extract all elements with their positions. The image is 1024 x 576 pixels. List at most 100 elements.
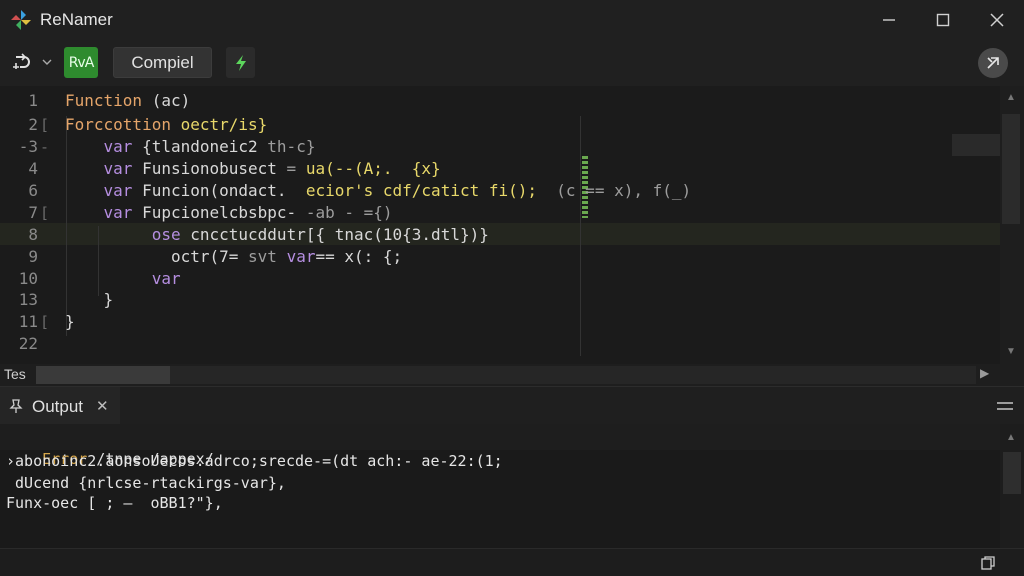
maximize-button[interactable] (918, 0, 968, 40)
line-number: 1 (28, 91, 38, 110)
code-line[interactable]: } (65, 289, 114, 311)
fold-marker[interactable]: [ (40, 114, 60, 136)
scroll-up-arrow-icon[interactable]: ▲ (1006, 432, 1016, 443)
pin-icon (9, 399, 23, 413)
code-token: Funsionobusect (142, 159, 277, 178)
menu-icon[interactable] (996, 399, 1014, 413)
code-token: == x(: {; (315, 247, 403, 266)
code-token: var (103, 159, 143, 178)
fold-marker[interactable] (40, 246, 60, 268)
line-number: 10 (18, 269, 38, 288)
code-token: oectr/is} (180, 115, 268, 134)
line-number: 9 (28, 247, 38, 266)
tab-output[interactable]: Output ✕ (0, 387, 120, 425)
refresh-icon (13, 53, 30, 69)
code-line[interactable]: octr(7= svt var== x(: {; (65, 246, 402, 268)
minimap-viewport[interactable] (952, 134, 1000, 156)
code-token: {tlandoneic2 (142, 137, 258, 156)
code-line[interactable]: var {tlandoneic2 th-c} (65, 136, 316, 158)
code-token: var (286, 247, 316, 266)
horizontal-scroll-thumb[interactable] (36, 366, 170, 384)
refresh-dropdown[interactable] (40, 55, 54, 69)
scroll-right-arrow-icon[interactable]: ▶ (980, 366, 989, 380)
pinwheel-icon (11, 10, 31, 30)
code-token: ecior's cdf/catict fi(); (305, 181, 538, 200)
line-number: 11 (18, 312, 38, 331)
line-number: 22 (18, 334, 38, 353)
maximize-icon (936, 13, 950, 27)
code-editor[interactable]: 1 2[-3-4 6 7[8 9 10 13 11[22 Function (ac) Forcc… (0, 86, 1024, 364)
status-bar (0, 548, 1024, 576)
fold-marker[interactable] (40, 180, 60, 202)
scroll-down-arrow-icon[interactable]: ▼ (1006, 346, 1016, 357)
editor-scroll-thumb[interactable] (1002, 114, 1020, 224)
code-line[interactable]: Function (ac) (65, 90, 190, 112)
output-tab-label: Output (32, 397, 84, 416)
code-line[interactable]: var Fupcionelcbsbpc- -ab - ={) (65, 202, 393, 224)
code-line[interactable]: Forccottion oectr/is} (65, 114, 267, 136)
line-number: 2 (28, 115, 38, 134)
code-token: svt (248, 247, 287, 266)
refresh-button[interactable] (8, 49, 36, 77)
minimize-icon (883, 19, 895, 21)
scroll-up-arrow-icon[interactable]: ▲ (1006, 92, 1016, 103)
code-token: ose (151, 225, 191, 244)
output-scroll-thumb[interactable] (1003, 452, 1021, 494)
fold-marker[interactable] (40, 224, 60, 246)
code-line[interactable]: } (65, 311, 75, 333)
code-token: (ac) (151, 91, 191, 110)
output-content[interactable]: Error /tnpe /appex/ ›abonoinc2.aonsoUeco… (0, 424, 1024, 548)
quick-run-button[interactable] (226, 47, 255, 78)
line-number: 8 (28, 225, 38, 244)
output-line: ›abonoinc2.aonsoUecos:adrco;srecde-=(dt … (6, 452, 503, 470)
code-line[interactable]: var Funcion(ondact. ecior's cdf/catict f… (65, 180, 692, 202)
code-token: th-c} (257, 137, 316, 156)
code-token: Forccottion (65, 115, 181, 134)
code-token: var (103, 181, 143, 200)
horizontal-scroll-track[interactable] (170, 366, 976, 384)
chevron-down-icon (42, 59, 52, 65)
fold-marker[interactable] (40, 268, 60, 290)
code-token: var (103, 203, 143, 222)
code-token: } (65, 312, 75, 331)
fold-marker[interactable]: [ (40, 311, 60, 333)
line-number: -3 (18, 137, 38, 156)
cancel-button[interactable] (978, 48, 1008, 78)
output-line: Funx-oec [ ; — oBB1?"}, (6, 494, 223, 512)
code-token: Funcion(ondact. (142, 181, 306, 200)
code-token: (c == x), f(_) (537, 181, 692, 200)
fold-marker[interactable]: - (40, 136, 60, 158)
close-icon (990, 13, 1004, 27)
app-title: ReNamer (40, 10, 113, 29)
close-icon[interactable]: ✕ (96, 397, 109, 415)
run-button[interactable]: RvA (64, 47, 98, 78)
code-token: -ab - ={) (296, 203, 393, 222)
code-token: cncctucddutr[{ tnac(10{3.dtl})} (190, 225, 489, 244)
fold-marker[interactable] (40, 90, 60, 112)
title-bar: ReNamer (0, 0, 1024, 40)
code-token: Fupcionelcbsbpc- (142, 203, 297, 222)
copy-icon[interactable] (980, 555, 996, 571)
code-token: var (151, 269, 181, 288)
editor-horizontal-scrollbar[interactable]: Tes ▶ (0, 364, 1024, 386)
code-line[interactable]: ose cncctucddutr[{ tnac(10{3.dtl})} (65, 224, 489, 246)
column-ruler (580, 116, 581, 356)
code-line[interactable]: var (65, 268, 181, 290)
compile-button[interactable]: Compiel (113, 47, 212, 78)
fold-marker[interactable] (40, 158, 60, 180)
fold-marker[interactable] (40, 289, 60, 311)
close-button[interactable] (972, 0, 1022, 40)
line-number: 6 (28, 181, 38, 200)
code-line[interactable]: var Funsionobusect = ua(--(A;. {x} (65, 158, 441, 180)
minimize-button[interactable] (864, 0, 914, 40)
line-number: 4 (28, 159, 38, 178)
line-number: 13 (18, 290, 38, 309)
fold-marker[interactable] (40, 333, 60, 355)
fold-marker[interactable]: [ (40, 202, 60, 224)
lightning-icon (235, 54, 246, 71)
